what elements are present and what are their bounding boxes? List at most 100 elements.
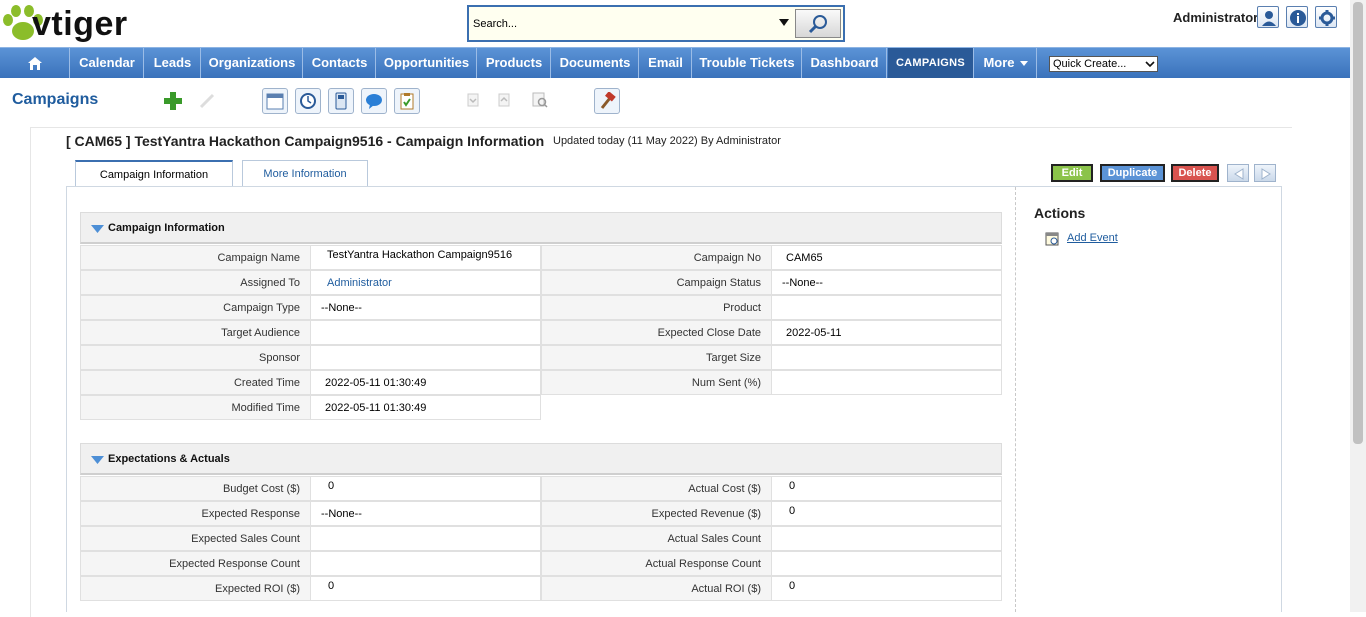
calendar-tool-button[interactable] xyxy=(262,88,288,114)
nav-opportunities[interactable]: Opportunities xyxy=(377,48,477,78)
nav-trouble-tickets[interactable]: Trouble Tickets xyxy=(693,48,802,78)
field-value-budget-cost: 0 xyxy=(310,476,541,501)
field-label-budget-cost: Budget Cost ($) xyxy=(80,476,311,501)
my-preferences-button[interactable] xyxy=(1257,6,1279,28)
search-dropdown-icon[interactable] xyxy=(777,15,791,29)
nav-leads[interactable]: Leads xyxy=(145,48,201,78)
module-title[interactable]: Campaigns xyxy=(12,91,98,109)
global-search xyxy=(467,5,845,42)
calendar-icon xyxy=(266,93,284,110)
chat-bubble-icon xyxy=(366,94,382,109)
field-value-target-size xyxy=(771,345,1002,370)
scrollbar-thumb[interactable] xyxy=(1353,2,1363,444)
tab-more-information[interactable]: More Information xyxy=(242,160,368,187)
add-event-link[interactable]: Add Event xyxy=(1067,232,1118,244)
find-duplicates-button[interactable] xyxy=(528,88,554,114)
main-navigation: Calendar Leads Organizations Contacts Op… xyxy=(0,47,1350,78)
create-record-button[interactable] xyxy=(160,88,186,114)
info-icon xyxy=(1290,10,1306,26)
nav-email[interactable]: Email xyxy=(640,48,692,78)
field-label-expected-sales-count: Expected Sales Count xyxy=(80,526,311,551)
field-label-actual-cost: Actual Cost ($) xyxy=(541,476,772,501)
field-label-target-size: Target Size xyxy=(541,345,772,370)
page-scrollbar[interactable] xyxy=(1350,0,1366,612)
import-icon xyxy=(467,93,479,107)
arrow-right-icon xyxy=(1261,168,1271,180)
previous-record-button[interactable] xyxy=(1227,164,1249,182)
field-value-modified-time: 2022-05-11 01:30:49 xyxy=(310,395,541,420)
edit-disabled-button[interactable] xyxy=(194,88,220,114)
nav-documents[interactable]: Documents xyxy=(552,48,639,78)
pencil-icon xyxy=(199,93,215,109)
section-title: Campaign Information xyxy=(108,222,225,234)
field-label-campaign-type: Campaign Type xyxy=(80,295,311,320)
field-value-assigned-to: Administrator xyxy=(310,270,541,295)
field-label-assigned-to: Assigned To xyxy=(80,270,311,295)
assigned-user-link[interactable]: Administrator xyxy=(327,277,392,289)
nav-dashboard[interactable]: Dashboard xyxy=(803,48,887,78)
module-settings-button[interactable] xyxy=(594,88,620,114)
record-title: [ CAM65 ] TestYantra Hackathon Campaign9… xyxy=(66,133,545,149)
field-label-num-sent: Num Sent (%) xyxy=(541,370,772,395)
field-label-actual-sales-count: Actual Sales Count xyxy=(541,526,772,551)
section-expectations-actuals[interactable]: Expectations & Actuals xyxy=(80,443,1002,475)
nav-organizations[interactable]: Organizations xyxy=(202,48,303,78)
chat-button[interactable] xyxy=(361,88,387,114)
user-icon xyxy=(1262,11,1276,26)
calculator-icon xyxy=(335,92,347,110)
field-value-expected-response-count xyxy=(310,551,541,576)
field-label-actual-roi: Actual ROI ($) xyxy=(541,576,772,601)
field-label-target-audience: Target Audience xyxy=(80,320,311,345)
search-button[interactable] xyxy=(795,9,841,38)
delete-button[interactable]: Delete xyxy=(1171,164,1219,182)
quick-create-select[interactable]: Quick Create... xyxy=(1049,56,1158,72)
field-value-num-sent xyxy=(771,370,1002,395)
field-value-campaign-type: --None-- xyxy=(310,295,541,320)
field-value-actual-roi: 0 xyxy=(771,576,1002,601)
field-value-expected-roi: 0 xyxy=(310,576,541,601)
field-value-expected-revenue: 0 xyxy=(771,501,1002,526)
nav-more[interactable]: More xyxy=(975,48,1037,78)
field-label-campaign-no: Campaign No xyxy=(541,245,772,270)
tab-campaign-information[interactable]: Campaign Information xyxy=(75,160,233,187)
chevron-down-icon xyxy=(1019,61,1028,67)
nav-calendar[interactable]: Calendar xyxy=(71,48,144,78)
calculator-button[interactable] xyxy=(328,88,354,114)
nav-campaigns[interactable]: CAMPAIGNS xyxy=(888,48,974,78)
vtiger-logo[interactable]: vtiger xyxy=(2,2,164,46)
field-value-campaign-no: CAM65 xyxy=(771,245,1002,270)
chevron-down-icon xyxy=(1145,61,1155,68)
field-value-actual-sales-count xyxy=(771,526,1002,551)
field-value-product xyxy=(771,295,1002,320)
user-name[interactable]: Administrator xyxy=(1173,10,1258,25)
nav-products[interactable]: Products xyxy=(478,48,551,78)
edit-button[interactable]: Edit xyxy=(1051,164,1093,182)
field-label-modified-time: Modified Time xyxy=(80,395,311,420)
section-campaign-information[interactable]: Campaign Information xyxy=(80,212,1002,244)
field-label-expected-roi: Expected ROI ($) xyxy=(80,576,311,601)
field-label-expected-response-count: Expected Response Count xyxy=(80,551,311,576)
plus-icon xyxy=(164,92,182,110)
next-record-button[interactable] xyxy=(1254,164,1276,182)
nav-home[interactable] xyxy=(0,48,70,78)
search-input[interactable] xyxy=(471,10,791,38)
quick-create-value: Quick Create... xyxy=(1053,58,1127,70)
find-duplicates-icon xyxy=(532,92,548,108)
actions-title: Actions xyxy=(1034,205,1086,221)
tracker-button[interactable] xyxy=(394,88,420,114)
duplicate-button[interactable]: Duplicate xyxy=(1100,164,1165,182)
help-button[interactable] xyxy=(1286,6,1308,28)
settings-button[interactable] xyxy=(1315,6,1337,28)
field-value-target-audience xyxy=(310,320,541,345)
field-value-sponsor xyxy=(310,345,541,370)
field-value-expected-close-date: 2022-05-11 xyxy=(771,320,1002,345)
world-clock-button[interactable] xyxy=(295,88,321,114)
field-label-sponsor: Sponsor xyxy=(80,345,311,370)
nav-contacts[interactable]: Contacts xyxy=(304,48,376,78)
top-header: vtiger Administrator xyxy=(0,0,1366,47)
export-button[interactable] xyxy=(492,88,518,114)
import-button[interactable] xyxy=(461,88,487,114)
clipboard-icon xyxy=(400,93,414,110)
magnifier-icon xyxy=(808,15,827,34)
field-label-expected-response: Expected Response xyxy=(80,501,311,526)
